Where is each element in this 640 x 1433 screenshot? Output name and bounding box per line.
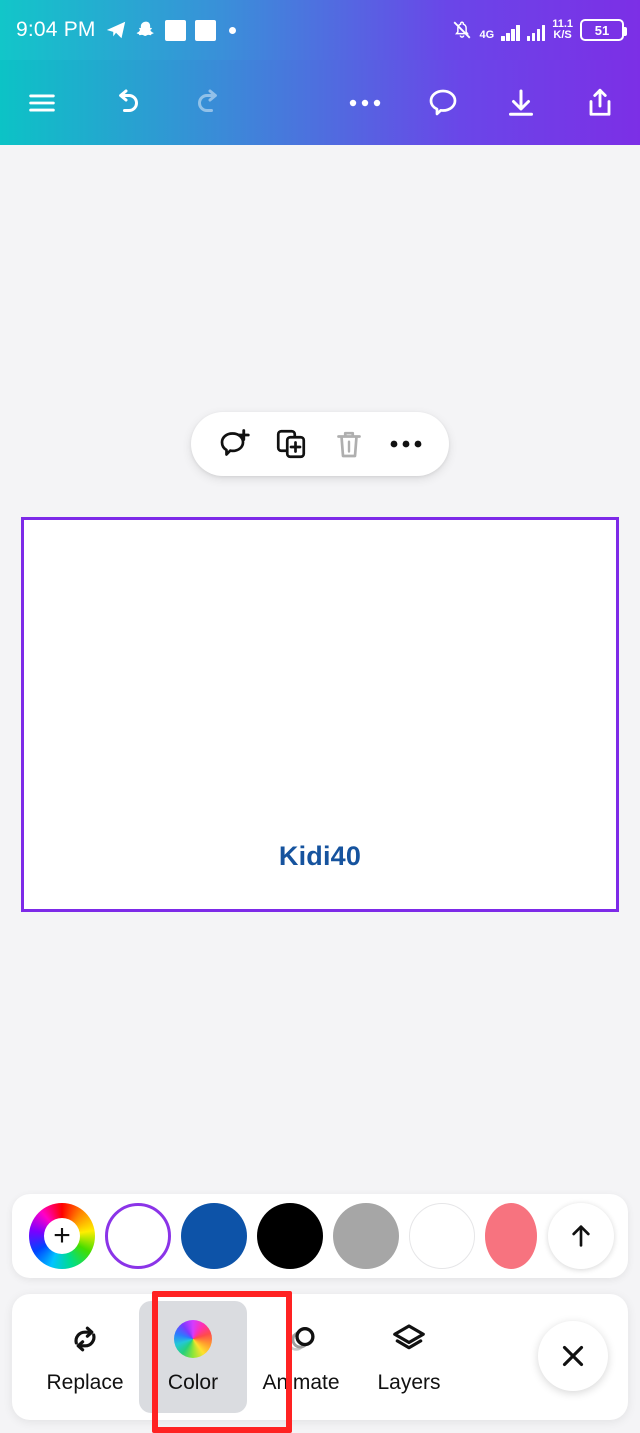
plus-icon: + <box>53 1219 71 1252</box>
swatch-white[interactable] <box>409 1203 475 1269</box>
comment-icon <box>429 89 457 115</box>
app-toolbar-right-group <box>326 60 640 145</box>
status-time: 9:04 PM <box>16 18 96 41</box>
notifications-silenced-icon <box>453 21 470 39</box>
app-toolbar <box>0 60 640 145</box>
replace-button[interactable]: Replace <box>31 1301 139 1413</box>
app-root: 9:04 PM 4G 11.1 K/S 51 Kidi40 + Replace … <box>0 0 640 1433</box>
status-bar: 9:04 PM 4G 11.1 K/S 51 <box>0 0 640 60</box>
app-toolbar-left-group <box>0 60 252 145</box>
delete-button[interactable] <box>325 420 373 468</box>
add-comment-icon <box>220 429 250 456</box>
swatch-pink[interactable] <box>485 1203 537 1269</box>
share-icon <box>589 88 611 116</box>
layers-label: Layers <box>377 1370 441 1394</box>
swatch-blue[interactable] <box>181 1203 247 1269</box>
delete-icon <box>336 431 361 458</box>
duplicate-icon <box>277 429 306 459</box>
data-rate-unit: K/S <box>553 29 572 41</box>
duplicate-button[interactable] <box>267 420 315 468</box>
more-icon <box>390 440 422 448</box>
color-wheel-icon <box>174 1319 212 1358</box>
menu-button[interactable] <box>0 60 84 145</box>
bottom-action-bar: Replace Color Animate Layers <box>12 1294 628 1420</box>
status-bar-left: 9:04 PM <box>16 18 236 42</box>
snapchat-icon <box>136 21 154 36</box>
network-type-label: 4G <box>479 29 495 41</box>
undo-button[interactable] <box>84 60 168 145</box>
status-bar-right: 4G 11.1 K/S 51 <box>451 19 627 41</box>
animate-icon <box>282 1320 320 1358</box>
replace-icon <box>66 1320 104 1358</box>
expand-colors-button[interactable] <box>548 1203 614 1269</box>
slide-text[interactable]: Kidi40 <box>279 841 361 872</box>
animate-button[interactable]: Animate <box>247 1301 355 1413</box>
menu-icon <box>29 94 55 112</box>
redo-icon <box>198 89 217 112</box>
close-button[interactable] <box>538 1321 608 1391</box>
download-button[interactable] <box>482 60 560 145</box>
share-button[interactable] <box>560 60 640 145</box>
dot-icon <box>228 26 236 34</box>
undo-icon <box>119 89 138 112</box>
more-options-button[interactable] <box>326 60 404 145</box>
swatch-gray[interactable] <box>333 1203 399 1269</box>
network-indicator: 4G <box>480 30 495 41</box>
arrow-up-icon <box>572 1225 590 1247</box>
data-rate: 11.1 K/S <box>552 19 573 41</box>
battery-percent-label: 51 <box>594 22 610 38</box>
swatch-white-selected[interactable] <box>105 1203 171 1269</box>
color-label: Color <box>167 1370 219 1394</box>
comments-button[interactable] <box>404 60 482 145</box>
telegram-icon <box>106 21 125 39</box>
canvas-area[interactable]: Kidi40 <box>0 145 640 1190</box>
selected-slide-element[interactable]: Kidi40 <box>21 517 619 912</box>
battery-indicator: 51 <box>580 19 627 41</box>
download-icon <box>509 89 533 116</box>
close-icon <box>562 1345 584 1367</box>
signal-bars-2-icon <box>526 24 546 41</box>
add-comment-button[interactable] <box>210 420 258 468</box>
white-square-icon <box>194 19 216 41</box>
color-palette-strip: + <box>12 1194 628 1278</box>
swatch-black[interactable] <box>257 1203 323 1269</box>
replace-label: Replace <box>46 1370 124 1394</box>
add-color-button[interactable]: + <box>29 1203 95 1269</box>
more-options-icon <box>349 99 381 106</box>
white-square-icon <box>164 19 186 41</box>
element-context-toolbar <box>191 412 449 476</box>
signal-bars-1-icon <box>501 24 520 41</box>
redo-button[interactable] <box>168 60 252 145</box>
animate-label: Animate <box>262 1370 340 1394</box>
layers-icon <box>390 1320 428 1358</box>
layers-button[interactable]: Layers <box>355 1301 463 1413</box>
element-more-button[interactable] <box>382 420 430 468</box>
color-button[interactable]: Color <box>139 1301 247 1413</box>
